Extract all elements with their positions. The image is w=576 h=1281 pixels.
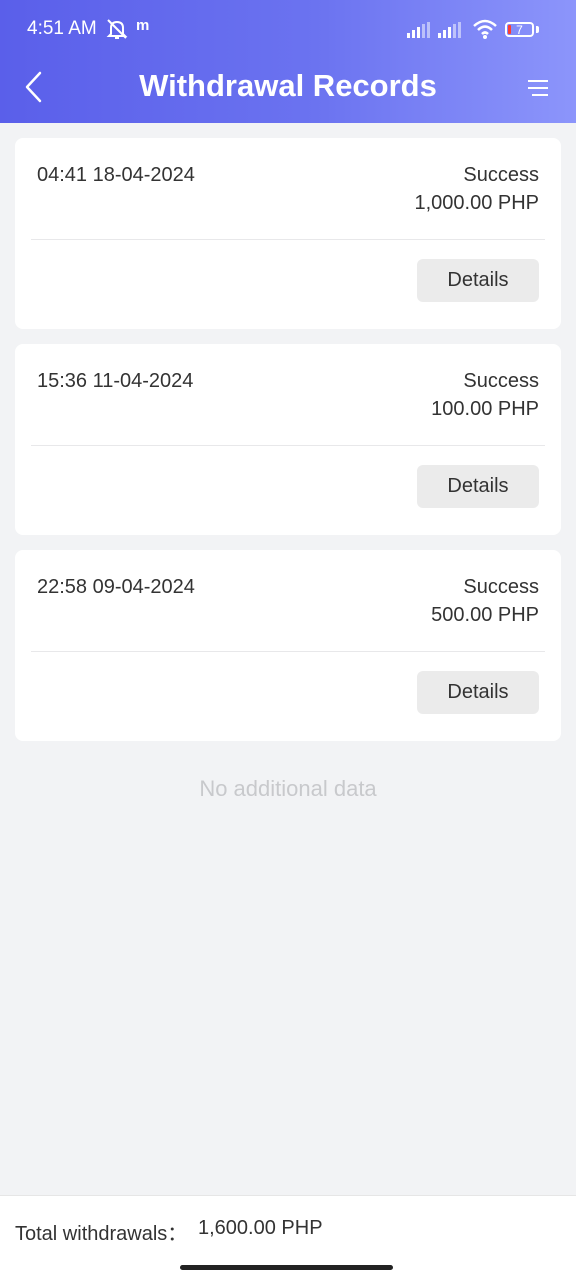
total-withdrawals-value: 1,600.00 PHP xyxy=(198,1217,323,1239)
status-bar: 4:51 AM m 7 xyxy=(0,0,576,62)
battery-icon: 7 xyxy=(505,22,534,37)
record-amount: 1,000.00 PHP xyxy=(414,192,539,214)
signal-icon xyxy=(407,22,430,38)
record-status: Success xyxy=(463,370,539,392)
record-time: 15:36 11-04-2024 xyxy=(37,370,194,392)
menu-button[interactable] xyxy=(524,76,552,100)
details-button[interactable]: Details xyxy=(417,671,539,714)
empty-list-text: No additional data xyxy=(199,776,377,801)
withdrawal-record-card: 04:41 18-04-2024 Success 1,000.00 PHP De… xyxy=(15,138,561,329)
total-withdrawals-label: Total withdrawals： xyxy=(15,1223,188,1245)
app-header: 4:51 AM m 7 Withdrawal Records xyxy=(0,0,576,123)
divider xyxy=(31,445,545,446)
withdrawal-record-card: 15:36 11-04-2024 Success 100.00 PHP Deta… xyxy=(15,344,561,535)
status-time: 4:51 AM xyxy=(27,18,97,39)
details-button[interactable]: Details xyxy=(417,465,539,508)
footer-summary: Total withdrawals： 1,600.00 PHP xyxy=(0,1195,576,1281)
bell-muted-icon xyxy=(106,19,128,39)
battery-level: 7 xyxy=(516,23,523,37)
record-amount: 500.00 PHP xyxy=(431,604,539,626)
record-time: 22:58 09-04-2024 xyxy=(37,576,195,598)
details-button[interactable]: Details xyxy=(417,259,539,302)
record-status: Success xyxy=(463,576,539,598)
divider xyxy=(31,239,545,240)
record-time: 04:41 18-04-2024 xyxy=(37,164,195,186)
menu-icon xyxy=(528,80,548,96)
home-indicator[interactable] xyxy=(180,1265,393,1270)
withdrawal-record-card: 22:58 09-04-2024 Success 500.00 PHP Deta… xyxy=(15,550,561,741)
page-title: Withdrawal Records xyxy=(139,68,437,103)
record-amount: 100.00 PHP xyxy=(431,398,539,420)
divider xyxy=(31,651,545,652)
signal-icon xyxy=(438,22,461,38)
battery-cap xyxy=(536,26,539,33)
record-status: Success xyxy=(463,164,539,186)
wifi-icon xyxy=(473,19,497,39)
carrier-m-icon: m xyxy=(136,17,150,34)
